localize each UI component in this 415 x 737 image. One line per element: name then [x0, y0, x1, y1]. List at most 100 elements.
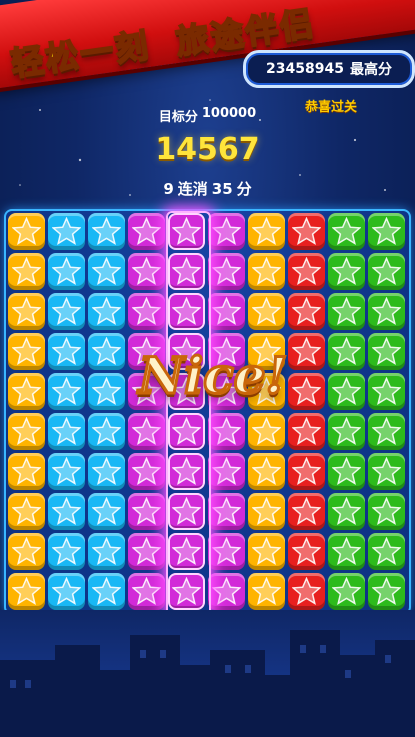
star-tile-green[interactable] [328, 493, 365, 530]
star-icon [52, 537, 81, 565]
star-tile-green[interactable] [328, 253, 365, 290]
star-tile-magenta[interactable] [128, 493, 165, 530]
star-tile-cyan[interactable] [88, 253, 125, 290]
star-tile-green[interactable] [368, 493, 405, 530]
star-tile-cyan[interactable] [48, 373, 85, 410]
star-tile-yellow[interactable] [8, 333, 45, 370]
star-tile-yellow[interactable] [8, 253, 45, 290]
star-icon [212, 457, 241, 485]
star-tile-green[interactable] [328, 413, 365, 450]
star-tile-yellow[interactable] [8, 573, 45, 610]
star-tile-magenta[interactable] [128, 213, 165, 250]
star-icon [252, 297, 281, 325]
star-tile-magenta[interactable] [208, 453, 245, 490]
star-tile-magenta[interactable] [208, 253, 245, 290]
star-tile-cyan[interactable] [88, 573, 125, 610]
star-tile-green[interactable] [368, 333, 405, 370]
star-tile-green[interactable] [368, 293, 405, 330]
star-tile-magenta[interactable] [208, 493, 245, 530]
star-icon [132, 577, 161, 605]
star-tile-green[interactable] [328, 533, 365, 570]
star-tile-yellow[interactable] [8, 533, 45, 570]
star-tile-red[interactable] [288, 573, 325, 610]
star-icon [12, 457, 41, 485]
star-tile-yellow[interactable] [8, 213, 45, 250]
star-tile-green[interactable] [368, 533, 405, 570]
star-tile-yellow[interactable] [248, 493, 285, 530]
star-icon [92, 297, 121, 325]
star-tile-yellow[interactable] [8, 293, 45, 330]
star-icon [52, 377, 81, 405]
star-tile-yellow[interactable] [248, 413, 285, 450]
star-tile-magenta[interactable] [128, 413, 165, 450]
star-tile-green[interactable] [368, 413, 405, 450]
star-tile-yellow[interactable] [248, 573, 285, 610]
star-tile-magenta[interactable] [128, 453, 165, 490]
star-tile-cyan[interactable] [48, 333, 85, 370]
star-tile-yellow[interactable] [8, 453, 45, 490]
star-icon [12, 417, 41, 445]
star-tile-magenta[interactable] [208, 213, 245, 250]
star-icon [252, 497, 281, 525]
star-tile-green[interactable] [368, 213, 405, 250]
star-tile-cyan[interactable] [48, 253, 85, 290]
star-tile-yellow[interactable] [8, 493, 45, 530]
star-icon [372, 377, 401, 405]
star-tile-red[interactable] [288, 413, 325, 450]
star-tile-magenta[interactable] [208, 533, 245, 570]
star-tile-cyan[interactable] [48, 533, 85, 570]
star-tile-green[interactable] [368, 453, 405, 490]
star-tile-magenta[interactable] [128, 573, 165, 610]
star-icon [252, 537, 281, 565]
star-tile-red[interactable] [288, 493, 325, 530]
star-tile-red[interactable] [288, 453, 325, 490]
star-tile-red[interactable] [288, 533, 325, 570]
star-tile-cyan[interactable] [88, 533, 125, 570]
star-icon [292, 257, 321, 285]
star-icon [212, 217, 241, 245]
star-tile-green[interactable] [368, 373, 405, 410]
star-icon [132, 417, 161, 445]
star-tile-yellow[interactable] [248, 293, 285, 330]
star-tile-cyan[interactable] [48, 573, 85, 610]
star-tile-magenta[interactable] [128, 253, 165, 290]
star-icon [132, 257, 161, 285]
star-tile-cyan[interactable] [88, 293, 125, 330]
star-tile-magenta[interactable] [128, 533, 165, 570]
star-tile-cyan[interactable] [88, 213, 125, 250]
star-tile-red[interactable] [288, 293, 325, 330]
star-tile-cyan[interactable] [88, 453, 125, 490]
star-tile-cyan[interactable] [88, 413, 125, 450]
star-tile-magenta[interactable] [128, 293, 165, 330]
star-icon [12, 497, 41, 525]
star-tile-magenta[interactable] [208, 413, 245, 450]
star-tile-yellow[interactable] [248, 453, 285, 490]
star-tile-green[interactable] [328, 213, 365, 250]
star-tile-cyan[interactable] [88, 493, 125, 530]
star-tile-yellow[interactable] [8, 373, 45, 410]
star-tile-magenta[interactable] [208, 293, 245, 330]
high-score-pill: 23458945 最高分 [243, 50, 415, 88]
star-tile-green[interactable] [368, 573, 405, 610]
star-tile-red[interactable] [288, 213, 325, 250]
star-icon [212, 297, 241, 325]
star-tile-cyan[interactable] [48, 213, 85, 250]
star-tile-yellow[interactable] [248, 213, 285, 250]
star-tile-red[interactable] [288, 253, 325, 290]
star-tile-yellow[interactable] [248, 253, 285, 290]
star-tile-magenta[interactable] [208, 573, 245, 610]
star-tile-green[interactable] [328, 573, 365, 610]
star-tile-green[interactable] [368, 253, 405, 290]
star-tile-green[interactable] [328, 293, 365, 330]
star-tile-cyan[interactable] [48, 293, 85, 330]
star-tile-cyan[interactable] [48, 413, 85, 450]
star-tile-yellow[interactable] [8, 413, 45, 450]
star-tile-green[interactable] [328, 333, 365, 370]
star-icon [332, 377, 361, 405]
star-icon [292, 577, 321, 605]
star-tile-cyan[interactable] [48, 453, 85, 490]
star-tile-green[interactable] [328, 453, 365, 490]
star-tile-cyan[interactable] [48, 493, 85, 530]
star-tile-green[interactable] [328, 373, 365, 410]
star-tile-yellow[interactable] [248, 533, 285, 570]
